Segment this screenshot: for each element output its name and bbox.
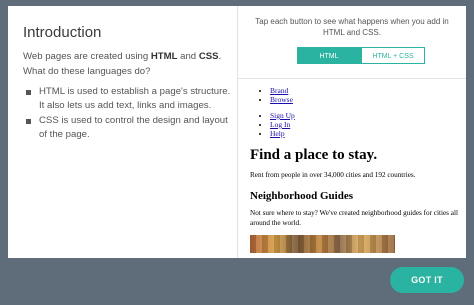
bullet-text: CSS is used to control the design and la…	[39, 115, 228, 140]
preview-subtext: Rent from people in over 34,000 cities a…	[250, 171, 416, 179]
preview-nav-primary: Brand Browse	[250, 86, 462, 104]
preview-link-login[interactable]: Log In	[270, 120, 290, 129]
preview-nav-secondary: Sign Up Log In Help	[250, 111, 462, 138]
bullet-text: HTML is used to establish a page's struc…	[39, 86, 231, 111]
photo-texture	[250, 235, 395, 253]
preview-link-help[interactable]: Help	[270, 129, 285, 138]
intro-html-term: HTML	[150, 51, 178, 62]
preview-section-title: Neighborhood Guides	[250, 190, 353, 202]
preview-pane: Tap each button to see what happens when…	[238, 6, 466, 258]
list-item: Help	[270, 129, 462, 138]
bullet-item: CSS is used to control the design and la…	[23, 114, 233, 141]
lesson-title: Introduction	[23, 24, 102, 41]
html-toggle-button[interactable]: HTML	[297, 47, 361, 64]
preview-separator	[238, 78, 466, 79]
preview-headline: Find a place to stay.	[250, 147, 378, 163]
list-item: Log In	[270, 120, 462, 129]
intro-and: and	[177, 51, 199, 62]
square-bullet-icon	[26, 90, 31, 95]
bullet-item: HTML is used to establish a page's struc…	[23, 85, 233, 112]
lesson-intro: Web pages are created using HTML and CSS…	[23, 49, 228, 79]
preview-link-brand[interactable]: Brand	[270, 86, 288, 95]
got-it-button[interactable]: GOT IT	[390, 267, 464, 293]
intro-prefix: Web pages are created using	[23, 51, 151, 62]
intro-css-term: CSS	[198, 51, 219, 62]
square-bullet-icon	[26, 119, 31, 124]
rendered-page-preview: Brand Browse Sign Up Log In Help Find a …	[250, 86, 462, 253]
lesson-bullets: HTML is used to establish a page's struc…	[23, 85, 233, 143]
list-item: Browse	[270, 95, 462, 104]
list-item: Sign Up	[270, 111, 462, 120]
preview-photo	[250, 235, 395, 253]
preview-link-browse[interactable]: Browse	[270, 95, 293, 104]
preview-section-text: Not sure where to stay? We've created ne…	[250, 209, 458, 227]
html-css-toggle-button[interactable]: HTML + CSS	[361, 47, 425, 64]
list-item: Brand	[270, 86, 462, 95]
lesson-text-pane: Introduction Web pages are created using…	[8, 6, 237, 258]
lesson-modal: Introduction Web pages are created using…	[8, 6, 466, 258]
preview-hint: Tap each button to see what happens when…	[255, 17, 449, 37]
preview-link-signup[interactable]: Sign Up	[270, 111, 295, 120]
